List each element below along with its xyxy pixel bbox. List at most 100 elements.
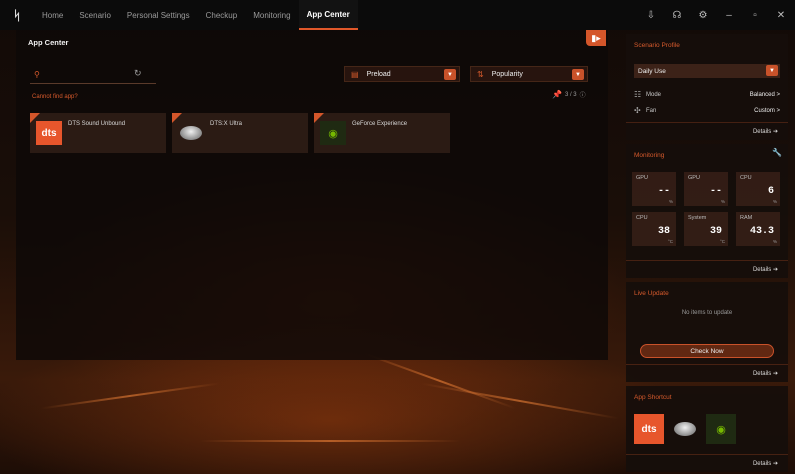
search-input[interactable] — [45, 71, 130, 78]
pinned-count: 3 / 3 — [564, 91, 577, 98]
tile-value: -- — [709, 186, 722, 197]
tile-value: 38 — [657, 226, 670, 237]
app-name: GeForce Experience — [352, 121, 408, 127]
details-label: Details — [752, 128, 772, 135]
corner-badge-icon — [30, 113, 40, 123]
tile-unit: % — [772, 199, 777, 204]
panel-title: Scenario Profile — [634, 42, 680, 49]
tab-personal-settings[interactable]: Personal Settings — [119, 0, 198, 30]
panel-collapse-icon: ▮▸ — [591, 32, 601, 43]
tile-label: CPU — [636, 215, 648, 221]
tile-label: System — [688, 215, 707, 221]
tab-home[interactable]: Home — [34, 0, 71, 30]
profile-dropdown-value: Daily Use — [638, 67, 666, 75]
tile-label: RAM — [740, 215, 753, 221]
fan-row[interactable]: ✣ Fan Custom > — [634, 106, 780, 115]
chevron-down-icon: ▼ — [766, 65, 778, 76]
sidebar-toggle-button[interactable]: ▮▸ — [586, 30, 606, 46]
headset-icon[interactable]: ☊ — [671, 10, 683, 21]
tab-app-center[interactable]: App Center — [298, 0, 358, 30]
app-card-dts-sound-unbound[interactable]: dts DTS Sound Unbound — [30, 113, 166, 153]
sort-icon: ⇅ — [477, 69, 484, 79]
tile-label: GPU — [636, 175, 648, 181]
top-nav-bar: ᛋ Home Scenario Personal Settings Checku… — [0, 0, 795, 30]
tab-monitoring[interactable]: Monitoring — [245, 0, 298, 30]
minimize-icon[interactable]: – — [723, 10, 735, 21]
monitor-tile-gpu: GPU -- % — [684, 172, 728, 206]
arrow-right-icon: ➔ — [771, 461, 778, 467]
app-shortcut-details-link[interactable]: Details ➔ — [626, 454, 788, 472]
pinned-count-row: 📌 3 / 3 ⓘ — [552, 90, 586, 99]
mode-value: Balanced > — [749, 91, 780, 98]
monitor-tile-gpu-usage: GPU -- % — [632, 172, 676, 206]
download-icon[interactable]: ⇩ — [645, 10, 657, 21]
mode-icon: ☷ — [634, 90, 642, 99]
check-now-button[interactable]: Check Now — [640, 344, 774, 358]
dts-logo-icon: dts — [36, 121, 62, 145]
app-card-dtsx-ultra[interactable]: DTS:X Ultra — [172, 113, 308, 153]
nvidia-logo-icon: ◉ — [320, 121, 346, 145]
app-center-panel: App Center ▮▸ ⚲ ↻ Cannot find app? ▤ Pre… — [16, 30, 608, 360]
filter-icon: ▤ — [351, 69, 359, 79]
details-label: Details — [752, 370, 772, 377]
wrench-icon[interactable]: 🔧 — [772, 148, 782, 157]
fan-icon: ✣ — [634, 106, 641, 115]
tile-label: CPU — [740, 175, 752, 181]
mode-label: Mode — [646, 91, 662, 98]
close-icon[interactable]: ✕ — [775, 10, 787, 21]
panel-title: Monitoring — [634, 152, 665, 159]
tab-scenario[interactable]: Scenario — [71, 0, 119, 30]
scenario-details-link[interactable]: Details ➔ — [626, 122, 788, 140]
live-update-panel: Live Update No items to update Check Now… — [626, 282, 788, 382]
dts-shortcut-icon[interactable]: dts — [634, 414, 664, 444]
search-icon: ⚲ — [34, 70, 40, 79]
panel-title: App Shortcut — [634, 394, 672, 401]
cannot-find-app-link[interactable]: Cannot find app? — [32, 94, 78, 100]
sort-dropdown[interactable]: ⇅ Popularity ▼ — [470, 66, 588, 82]
maximize-icon[interactable]: ▫ — [749, 10, 761, 21]
profile-dropdown[interactable]: Daily Use ▼ — [634, 64, 780, 78]
corner-badge-icon — [314, 113, 324, 123]
monitoring-panel: Monitoring 🔧 GPU -- % GPU -- % CPU 6 % C… — [626, 144, 788, 278]
window-controls: ⇩ ☊ ⚙ – ▫ ✕ — [645, 0, 787, 30]
app-logo-icon: ᛋ — [13, 7, 21, 23]
scenario-profile-panel: Scenario Profile Daily Use ▼ ☷ Mode Bala… — [626, 34, 788, 140]
tile-value: 6 — [767, 186, 774, 197]
page-title: App Center — [28, 38, 69, 47]
app-card-geforce-experience[interactable]: ◉ GeForce Experience — [314, 113, 450, 153]
app-shortcut-panel: App Shortcut dts ◉ Details ➔ — [626, 386, 788, 472]
info-icon[interactable]: ⓘ — [580, 90, 586, 99]
live-update-message: No items to update — [681, 310, 733, 316]
mode-row[interactable]: ☷ Mode Balanced > — [634, 90, 780, 99]
tile-label: GPU — [688, 175, 700, 181]
refresh-icon[interactable]: ↻ — [134, 68, 142, 79]
details-label: Details — [752, 266, 772, 273]
disc-shortcut-icon[interactable] — [670, 414, 700, 444]
chevron-down-icon: ▼ — [572, 69, 584, 80]
pin-icon: 📌 — [552, 90, 562, 99]
chevron-down-icon: ▼ — [444, 69, 456, 80]
settings-icon[interactable]: ⚙ — [697, 10, 709, 21]
monitor-tile-ram: RAM 43.3 % — [736, 212, 780, 246]
tile-unit: % — [668, 199, 673, 204]
shortcut-icons: dts ◉ — [634, 414, 736, 444]
monitoring-details-link[interactable]: Details ➔ — [626, 260, 788, 278]
app-name: DTS Sound Unbound — [68, 121, 126, 127]
tile-unit: % — [720, 199, 725, 204]
tile-value: -- — [657, 186, 670, 197]
disc-logo-icon — [178, 121, 204, 145]
nvidia-shortcut-icon[interactable]: ◉ — [706, 414, 736, 444]
monitor-tile-cpu-usage: CPU 6 % — [736, 172, 780, 206]
app-name: DTS:X Ultra — [210, 121, 243, 127]
details-label: Details — [752, 460, 772, 467]
panel-title: Live Update — [634, 290, 669, 297]
tab-checkup[interactable]: Checkup — [198, 0, 246, 30]
tile-unit: % — [772, 239, 777, 244]
sort-dropdown-value: Popularity — [491, 70, 523, 78]
filter-dropdown-value: Preload — [366, 70, 391, 78]
live-update-details-link[interactable]: Details ➔ — [626, 364, 788, 382]
monitor-tile-system-temp: System 39 °C — [684, 212, 728, 246]
filter-dropdown[interactable]: ▤ Preload ▼ — [344, 66, 460, 82]
tile-unit: °C — [667, 239, 673, 244]
fan-value: Custom > — [754, 107, 780, 114]
